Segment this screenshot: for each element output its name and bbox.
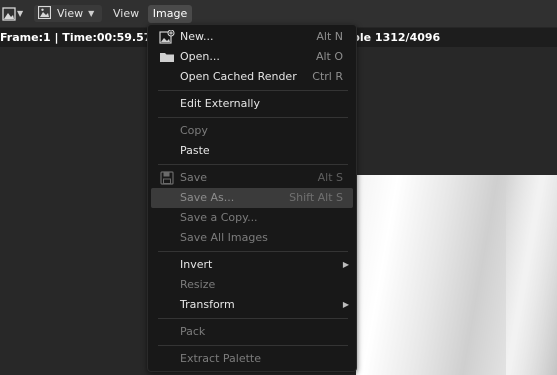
- menu-item-label: Save As...: [180, 191, 235, 204]
- new-image-icon: [159, 29, 175, 44]
- view-pill-label: View: [57, 7, 84, 20]
- menu-item-label: New...: [180, 30, 214, 43]
- image-editor-icon: [2, 6, 16, 21]
- menu-item-label: Pack: [180, 325, 206, 338]
- menu-item-label: Extract Palette: [180, 352, 261, 365]
- menu-item-label: Save a Copy...: [180, 211, 258, 224]
- menu-item-label: Open Cached Render: [180, 70, 297, 83]
- chevron-down-icon: ▼: [88, 9, 95, 18]
- menu-item-save-as: Save As... Shift Alt S: [151, 188, 353, 208]
- menu-item-label: Copy: [180, 124, 208, 137]
- menu-item-extract-palette: Extract Palette: [151, 349, 353, 369]
- render-highlight: [506, 175, 557, 375]
- menu-item-label: Paste: [180, 144, 210, 157]
- menu-item-save-a-copy: Save a Copy...: [151, 208, 353, 228]
- floppy-icon: [159, 171, 175, 185]
- submenu-arrow-icon: ▶: [342, 300, 349, 309]
- menu-item-open-cached-render[interactable]: Open Cached Render Ctrl R: [151, 67, 353, 87]
- menu-item-label: Save: [180, 171, 208, 184]
- menu-separator: [158, 318, 348, 319]
- menu-item-open[interactable]: Open... Alt O: [151, 47, 353, 67]
- menu-item-label: Edit Externally: [180, 97, 261, 110]
- menu-item-shortcut: Shift Alt S: [289, 191, 343, 204]
- menu-view[interactable]: View: [113, 6, 139, 22]
- image-menu-dropdown: New... Alt N Open... Alt O Open Cached R…: [147, 24, 357, 372]
- menu-item-label: Save All Images: [180, 231, 268, 244]
- menu-image[interactable]: Image: [148, 5, 192, 23]
- menu-item-shortcut: Alt S: [317, 171, 343, 184]
- menu-item-shortcut: Alt O: [315, 50, 343, 63]
- menu-item-save-all-images: Save All Images: [151, 228, 353, 248]
- menu-item-label: Invert: [180, 258, 213, 271]
- menu-item-transform[interactable]: Transform ▶: [151, 295, 353, 315]
- render-samples-text: ple 1312/4096: [352, 31, 441, 44]
- editor-type-selector[interactable]: ▼: [2, 5, 26, 22]
- render-image-preview: [356, 175, 557, 375]
- menu-item-shortcut: Ctrl R: [312, 70, 343, 83]
- menu-item-invert[interactable]: Invert ▶: [151, 255, 353, 275]
- menu-item-paste[interactable]: Paste: [151, 141, 353, 161]
- menu-separator: [158, 164, 348, 165]
- menu-item-new[interactable]: New... Alt N: [151, 27, 353, 47]
- menu-separator: [158, 117, 348, 118]
- menu-item-label: Open...: [180, 50, 220, 63]
- render-status-text: Frame:1 | Time:00:59.57 | R: [0, 31, 172, 44]
- menu-separator: [158, 345, 348, 346]
- menu-item-pack: Pack: [151, 322, 353, 342]
- submenu-arrow-icon: ▶: [342, 260, 349, 269]
- menu-item-copy: Copy: [151, 121, 353, 141]
- folder-icon: [159, 50, 175, 64]
- menu-item-resize: Resize: [151, 275, 353, 295]
- image-browse-button[interactable]: View ▼: [34, 5, 102, 22]
- menu-item-label: Transform: [180, 298, 235, 311]
- menu-separator: [158, 90, 348, 91]
- menu-separator: [158, 251, 348, 252]
- image-icon: [37, 5, 52, 22]
- chevron-down-icon: ▼: [17, 9, 24, 18]
- menu-item-label: Resize: [180, 278, 216, 291]
- menu-item-edit-externally[interactable]: Edit Externally: [151, 94, 353, 114]
- menu-item-shortcut: Alt N: [316, 30, 343, 43]
- menu-item-save: Save Alt S: [151, 168, 353, 188]
